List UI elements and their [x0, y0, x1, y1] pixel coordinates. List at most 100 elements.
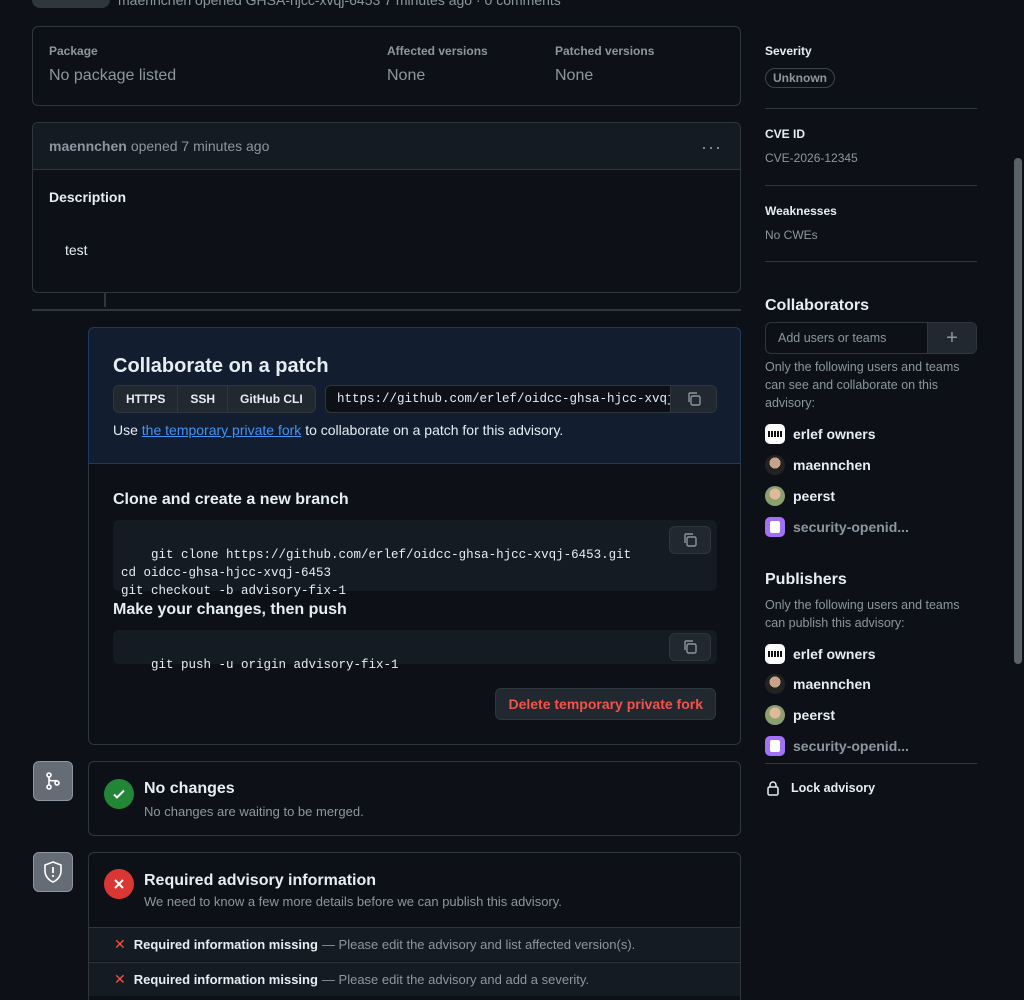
patch-panel-title: Collaborate on a patch [113, 355, 329, 377]
copy-push-button[interactable] [669, 633, 711, 661]
comment-author[interactable]: maennchen [49, 138, 127, 154]
description-title: Description [49, 189, 127, 205]
severity-badge: Unknown [765, 68, 835, 88]
plus-icon: + [946, 326, 958, 349]
page-scrollbar[interactable] [1014, 158, 1022, 664]
advisory-comment: maennchen opened 7 minutes ago ··· Descr… [32, 122, 741, 293]
user-avatar [765, 705, 785, 725]
publishers-section: Publishers [765, 571, 977, 589]
add-users-input[interactable]: Add users or teams [766, 323, 927, 353]
required-item-title: Required information missing [133, 937, 318, 952]
hint-prefix: Use [113, 422, 142, 438]
required-item-text: — Please edit the advisory and list affe… [321, 937, 636, 952]
publishers-title: Publishers [765, 571, 847, 588]
timeline-divider [32, 309, 741, 311]
package-summary: Package No package listed Affected versi… [32, 26, 741, 106]
kebab-menu-icon[interactable]: ··· [701, 137, 722, 158]
hint-suffix: to collaborate on a patch for this advis… [301, 422, 564, 438]
required-info-title: Required advisory information [144, 872, 377, 889]
required-item-title: Required information missing [133, 972, 318, 987]
severity-section: Severity Unknown [765, 44, 977, 88]
shield-alert-icon [33, 852, 73, 892]
cve-value: CVE-2026-12345 [765, 151, 858, 165]
affected-versions-value: None [387, 67, 426, 84]
user-avatar [765, 486, 785, 506]
cve-label: CVE ID [765, 127, 806, 141]
team-avatar [765, 736, 785, 756]
comment-timestamp: opened 7 minutes ago [130, 138, 270, 154]
collaborator-name: erlef owners [793, 426, 876, 442]
cve-section: CVE ID CVE-2026-12345 [765, 127, 977, 165]
tab-ssh[interactable]: SSH [178, 386, 229, 412]
weaknesses-label: Weaknesses [765, 204, 837, 218]
publisher-item[interactable]: peerst [765, 705, 835, 725]
user-avatar [765, 455, 785, 475]
weaknesses-value: No CWEs [765, 228, 818, 242]
affected-versions-label: Affected versions [387, 44, 488, 58]
user-avatar [765, 674, 785, 694]
collaborators-section: Collaborators [765, 297, 977, 315]
copy-icon [687, 392, 701, 406]
delete-private-fork-button[interactable]: Delete temporary private fork [495, 688, 716, 720]
sidebar-divider [765, 185, 977, 186]
publisher-item[interactable]: maennchen [765, 674, 871, 694]
sidebar-divider [765, 108, 977, 109]
publishers-note: Only the following users and teams can p… [765, 598, 960, 630]
x-icon: ✕ [114, 936, 126, 952]
merge-status-subtitle: No changes are waiting to be merged. [144, 804, 364, 819]
tab-github-cli[interactable]: GitHub CLI [228, 386, 315, 412]
copy-icon [684, 640, 697, 654]
clone-section-title: Clone and create a new branch [113, 491, 349, 508]
lock-advisory-label: Lock advisory [791, 781, 876, 795]
description-body: test [65, 242, 88, 258]
publisher-item[interactable]: erlef owners [765, 644, 875, 664]
clone-code-block: git clone https://github.com/erlef/oidcc… [113, 520, 717, 598]
tab-https[interactable]: HTTPS [114, 386, 179, 412]
timeline-line [104, 293, 106, 307]
publisher-item[interactable]: security-openid... [765, 736, 909, 756]
push-code-block: git push -u origin advisory-fix-1 [113, 630, 717, 672]
collaborator-name: security-openid... [793, 519, 909, 535]
collaborator-item[interactable]: erlef owners [765, 424, 875, 444]
advisory-meta-bar: maennchen opened GHSA-hjcc-xvqj-6453 7 m… [32, 0, 561, 8]
patched-versions-label: Patched versions [555, 44, 655, 58]
lock-icon [767, 781, 779, 796]
clone-code-text: git clone https://github.com/erlef/oidcc… [121, 548, 632, 598]
push-section-title: Make your changes, then push [113, 601, 347, 618]
x-icon: ✕ [114, 971, 126, 987]
add-button[interactable]: + [927, 323, 976, 353]
publisher-name: erlef owners [793, 646, 876, 662]
private-fork-link[interactable]: the temporary private fork [142, 422, 302, 438]
git-merge-icon [33, 761, 73, 801]
collaborator-item[interactable]: security-openid... [765, 517, 909, 537]
copy-icon [684, 533, 697, 547]
error-icon [104, 869, 134, 899]
sidebar-divider [765, 763, 977, 764]
collaborator-name: peerst [793, 488, 836, 504]
publisher-name: peerst [793, 707, 836, 723]
patched-versions-value: None [555, 67, 594, 84]
team-avatar [765, 424, 785, 444]
advisory-meta-text: maennchen opened GHSA-hjcc-xvqj-6453 7 m… [118, 0, 561, 8]
collaborator-item[interactable]: peerst [765, 486, 835, 506]
clone-protocol-tabs: HTTPS SSH GitHub CLI [113, 385, 316, 413]
collaborator-item[interactable]: maennchen [765, 455, 871, 475]
team-avatar [765, 517, 785, 537]
copy-clone-button[interactable] [669, 526, 711, 554]
publisher-name: security-openid... [793, 738, 909, 754]
required-info-subtitle: We need to know a few more details befor… [144, 894, 562, 909]
lock-advisory-button[interactable]: Lock advisory [765, 780, 875, 796]
required-item: ✕ Required information missing — Please … [89, 927, 740, 961]
add-collaborator-field: Add users or teams + [765, 322, 977, 354]
package-value: No package listed [49, 67, 177, 84]
clone-url-input[interactable]: https://github.com/erlef/oidcc-ghsa-hjcc… [326, 386, 670, 412]
state-pill [32, 0, 110, 8]
check-icon [104, 779, 134, 809]
copy-url-button[interactable] [670, 386, 716, 412]
collaborator-name: maennchen [793, 457, 871, 473]
team-avatar [765, 644, 785, 664]
required-info-panel: Required advisory information We need to… [88, 852, 741, 1000]
private-fork-hint: Use the temporary private fork to collab… [113, 422, 563, 438]
required-item-text: — Please edit the advisory and add a sev… [321, 972, 590, 987]
required-item: ✕ Required information missing — Please … [89, 962, 740, 996]
